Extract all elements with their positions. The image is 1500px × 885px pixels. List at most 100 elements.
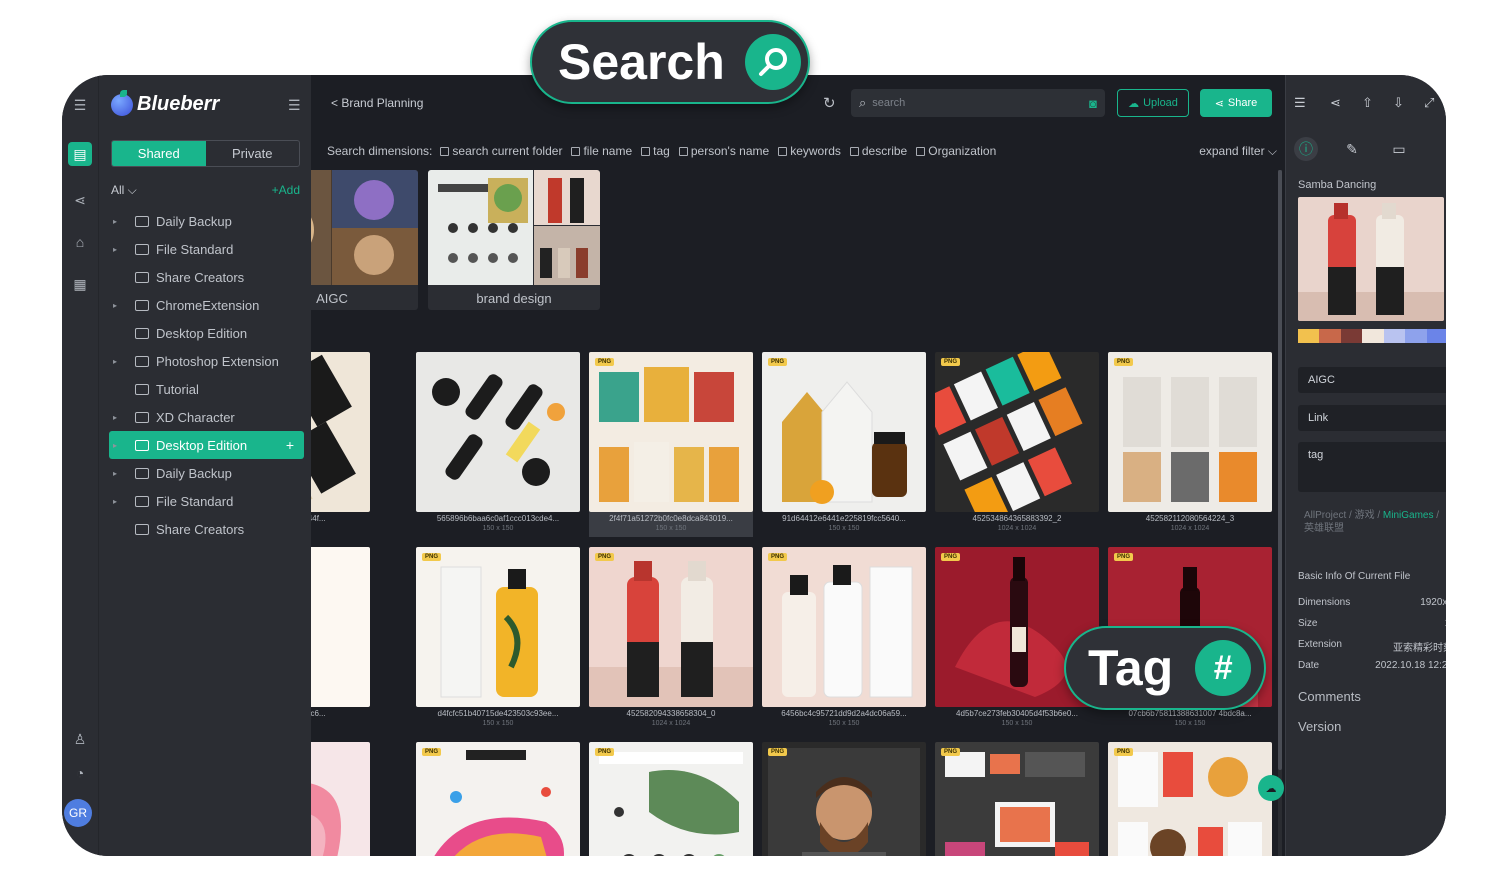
avatar[interactable]: GR (64, 799, 92, 827)
thumbnail-art (311, 547, 370, 707)
tab-private[interactable]: Private (206, 141, 300, 166)
file-name: 452534864365883392_2 (972, 514, 1062, 523)
file-card[interactable]: 8b6c7636558da44f... 150 x 150 (311, 352, 370, 537)
info-icon[interactable]: ⓘ (1294, 137, 1318, 161)
sidebar-item[interactable]: Share Creators (109, 263, 304, 291)
sidebar-item[interactable]: ▸ File Standard (109, 487, 304, 515)
breadcrumb[interactable]: < Brand Planning (331, 96, 423, 110)
expand-caret-icon[interactable]: ▸ (113, 245, 117, 254)
file-card[interactable]: bf9a407323512ec6... 150 x 150 (311, 547, 370, 732)
file-thumbnail (416, 547, 580, 707)
list-icon[interactable]: ☰ (1294, 95, 1306, 111)
palette-swatch[interactable] (1298, 329, 1320, 343)
sidebar-item[interactable]: ▸ ChromeExtension (109, 291, 304, 319)
file-thumbnail (589, 352, 753, 512)
filter-checkbox[interactable]: keywords (778, 144, 841, 158)
upload-arrow-icon[interactable]: ⇧ (1362, 95, 1373, 111)
path-root[interactable]: AllProject / 游戏 / (1304, 510, 1383, 521)
file-card[interactable]: PNG 452582094338658304_0 1024 x 1024 (589, 547, 753, 732)
fullscreen-icon[interactable]: ⤢ (1424, 95, 1434, 111)
png-badge: PNG (1114, 748, 1134, 756)
file-card[interactable]: PNG 6456bc4c95721dd9d2a4dc06a59... 150 x 1… (762, 547, 926, 732)
refresh-icon[interactable]: ↻ (823, 94, 836, 112)
filter-checkbox[interactable]: search current folder (440, 144, 562, 158)
edit-icon[interactable]: ✎ (1340, 137, 1364, 161)
file-card[interactable]: PNG d4fcfc51b40715de423503c93ee... 150 x 1… (416, 547, 580, 732)
filter-checkbox[interactable]: tag (641, 144, 670, 158)
sidebar-item[interactable]: ▸ Desktop Edition + (109, 431, 304, 459)
share-nav-icon[interactable]: ⋖ (68, 188, 92, 212)
file-card[interactable]: PNG (1108, 742, 1272, 856)
expand-caret-icon[interactable]: ▸ (113, 217, 117, 226)
palette-swatch[interactable] (1426, 329, 1446, 343)
expand-filter-button[interactable]: expand filter ⌵ (1199, 144, 1277, 159)
file-card[interactable] (311, 742, 370, 856)
file-card[interactable]: PNG (589, 742, 753, 856)
menu-icon[interactable]: ☰ (68, 93, 92, 117)
palette-swatch[interactable] (1362, 329, 1384, 343)
palette-swatch[interactable] (1405, 329, 1427, 343)
sidebar-item[interactable]: ▸ File Standard (109, 235, 304, 263)
layers-icon[interactable]: ▭ (1387, 137, 1411, 161)
add-folder-button[interactable]: +Add (272, 183, 300, 198)
file-card[interactable]: PNG 2f4f71a51272b0fc0e8dca843019... 150 x … (589, 352, 753, 537)
tag-field[interactable]: tag (1298, 442, 1446, 492)
expand-caret-icon[interactable]: ▸ (113, 497, 117, 506)
expand-caret-icon[interactable]: ▸ (113, 413, 117, 422)
sidebar-item[interactable]: Desktop Edition (109, 319, 304, 347)
folder-nav-icon[interactable]: ▤ (68, 142, 92, 166)
all-dropdown[interactable]: All ⌵ (111, 183, 137, 198)
store-icon[interactable]: ▦ (68, 272, 92, 296)
sidebar-item[interactable]: ▸ Photoshop Extension (109, 347, 304, 375)
folder-card-aigc[interactable]: AIGC (311, 170, 418, 310)
file-card[interactable]: PNG (416, 742, 580, 856)
cloud-upload-icon: ☁ (1128, 97, 1140, 110)
scope-toggle: Shared Private (111, 140, 300, 167)
sidebar-item[interactable]: Tutorial (109, 375, 304, 403)
sidebar-item[interactable]: Share Creators (109, 515, 304, 543)
sidebar-item[interactable]: ▸ XD Character (109, 403, 304, 431)
expand-caret-icon[interactable]: ▸ (113, 469, 117, 478)
thumbnail-art (311, 742, 370, 856)
folder-field[interactable]: AIGC (1298, 367, 1446, 393)
download-icon[interactable]: ⇩ (1393, 95, 1404, 111)
search-input[interactable]: ⌕ search ◙ (851, 89, 1105, 117)
upload-button[interactable]: ☁ Upload (1117, 89, 1189, 117)
folder-card-brand-design[interactable]: brand design (428, 170, 600, 310)
cloud-sync-icon[interactable]: ☁ (1258, 775, 1284, 801)
sidebar-collapse-icon[interactable]: ☰ (288, 97, 301, 114)
sidebar-item[interactable]: ▸ Daily Backup (109, 459, 304, 487)
palette-swatch[interactable] (1319, 329, 1341, 343)
expand-caret-icon[interactable]: ▸ (113, 441, 117, 450)
filter-checkbox[interactable]: file name (571, 144, 632, 158)
share-icon[interactable]: ⋖ (1330, 95, 1341, 111)
filter-options: search current folder file name tag person'… (440, 144, 1005, 158)
link-field[interactable]: Link (1298, 405, 1446, 431)
version-section[interactable]: Version (1298, 719, 1341, 734)
add-subfolder-icon[interactable]: + (286, 437, 294, 453)
palette-swatch[interactable] (1383, 329, 1406, 343)
scrollbar-thumb[interactable] (1278, 170, 1282, 770)
comments-section[interactable]: Comments (1298, 689, 1361, 704)
bell-icon[interactable]: ◔ (68, 761, 92, 785)
expand-caret-icon[interactable]: ▸ (113, 357, 117, 366)
tab-shared[interactable]: Shared (112, 141, 206, 166)
filter-checkbox[interactable]: Organization (916, 144, 996, 158)
file-card[interactable]: PNG (935, 742, 1099, 856)
file-card[interactable]: PNG (762, 742, 926, 856)
png-badge: PNG (1114, 358, 1134, 366)
expand-caret-icon[interactable]: ▸ (113, 301, 117, 310)
home-icon[interactable]: ⌂ (68, 230, 92, 254)
file-card[interactable]: 565896b6baa6c0af1ccc013cde4... 150 x 150 (416, 352, 580, 537)
filter-checkbox[interactable]: person's name (678, 144, 769, 158)
sidebar-item[interactable]: ▸ Daily Backup (109, 207, 304, 235)
file-card[interactable]: PNG 91d64412e6441e225819fcc5640... 150 x 1… (762, 352, 926, 537)
file-card[interactable]: PNG 452534864365883392_2 1024 x 1024 (935, 352, 1099, 537)
filter-checkbox[interactable]: describe (849, 144, 907, 158)
palette-swatch[interactable] (1340, 329, 1363, 343)
file-card[interactable]: PNG 452582112080564224_3 1024 x 1024 (1108, 352, 1272, 537)
path-segment[interactable]: MiniGames (1383, 510, 1434, 521)
user-icon[interactable]: ♙ (68, 727, 92, 751)
camera-icon[interactable]: ◙ (1089, 96, 1097, 111)
share-button[interactable]: ⋖ Share (1200, 89, 1272, 117)
